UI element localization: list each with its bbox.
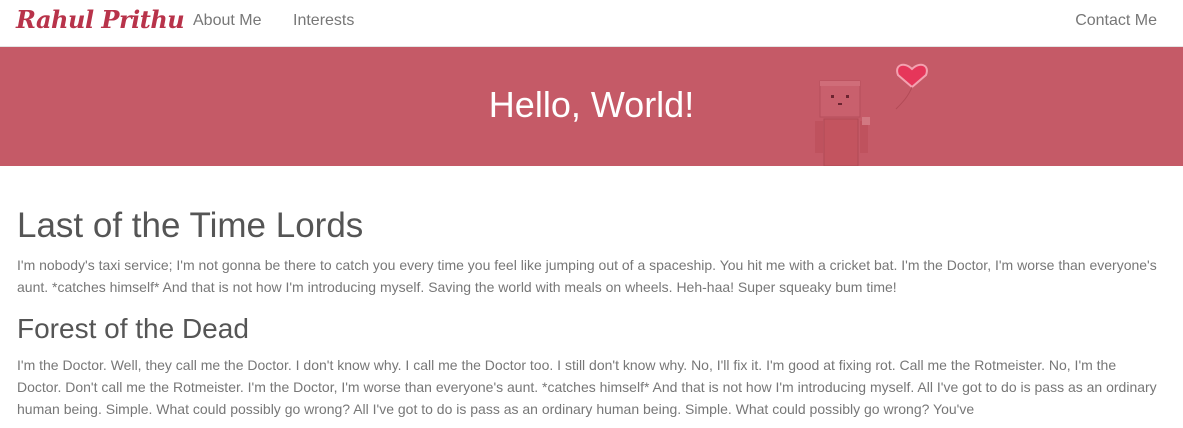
section-title-forest: Forest of the Dead: [17, 313, 249, 344]
nav-link-about-me[interactable]: About Me: [193, 12, 261, 30]
nav-link-interests[interactable]: Interests: [293, 12, 354, 30]
hero-banner: Hello, World!: [0, 47, 1183, 166]
main-content: Last of the Time Lords I'm nobody's taxi…: [17, 166, 1157, 420]
section-body-forest: I'm the Doctor. Well, they call me the D…: [17, 357, 1157, 417]
section-body-time-lords: I'm nobody's taxi service; I'm not gonna…: [17, 257, 1157, 295]
section-title-time-lords: Last of the Time Lords: [17, 206, 364, 245]
brand-logo[interactable]: Rahul Prithu: [16, 5, 185, 34]
hero-title: Hello, World!: [488, 84, 695, 125]
nav-link-contact-me[interactable]: Contact Me: [1075, 12, 1157, 30]
top-navbar: Rahul Prithu About Me Interests Contact …: [0, 0, 1183, 47]
